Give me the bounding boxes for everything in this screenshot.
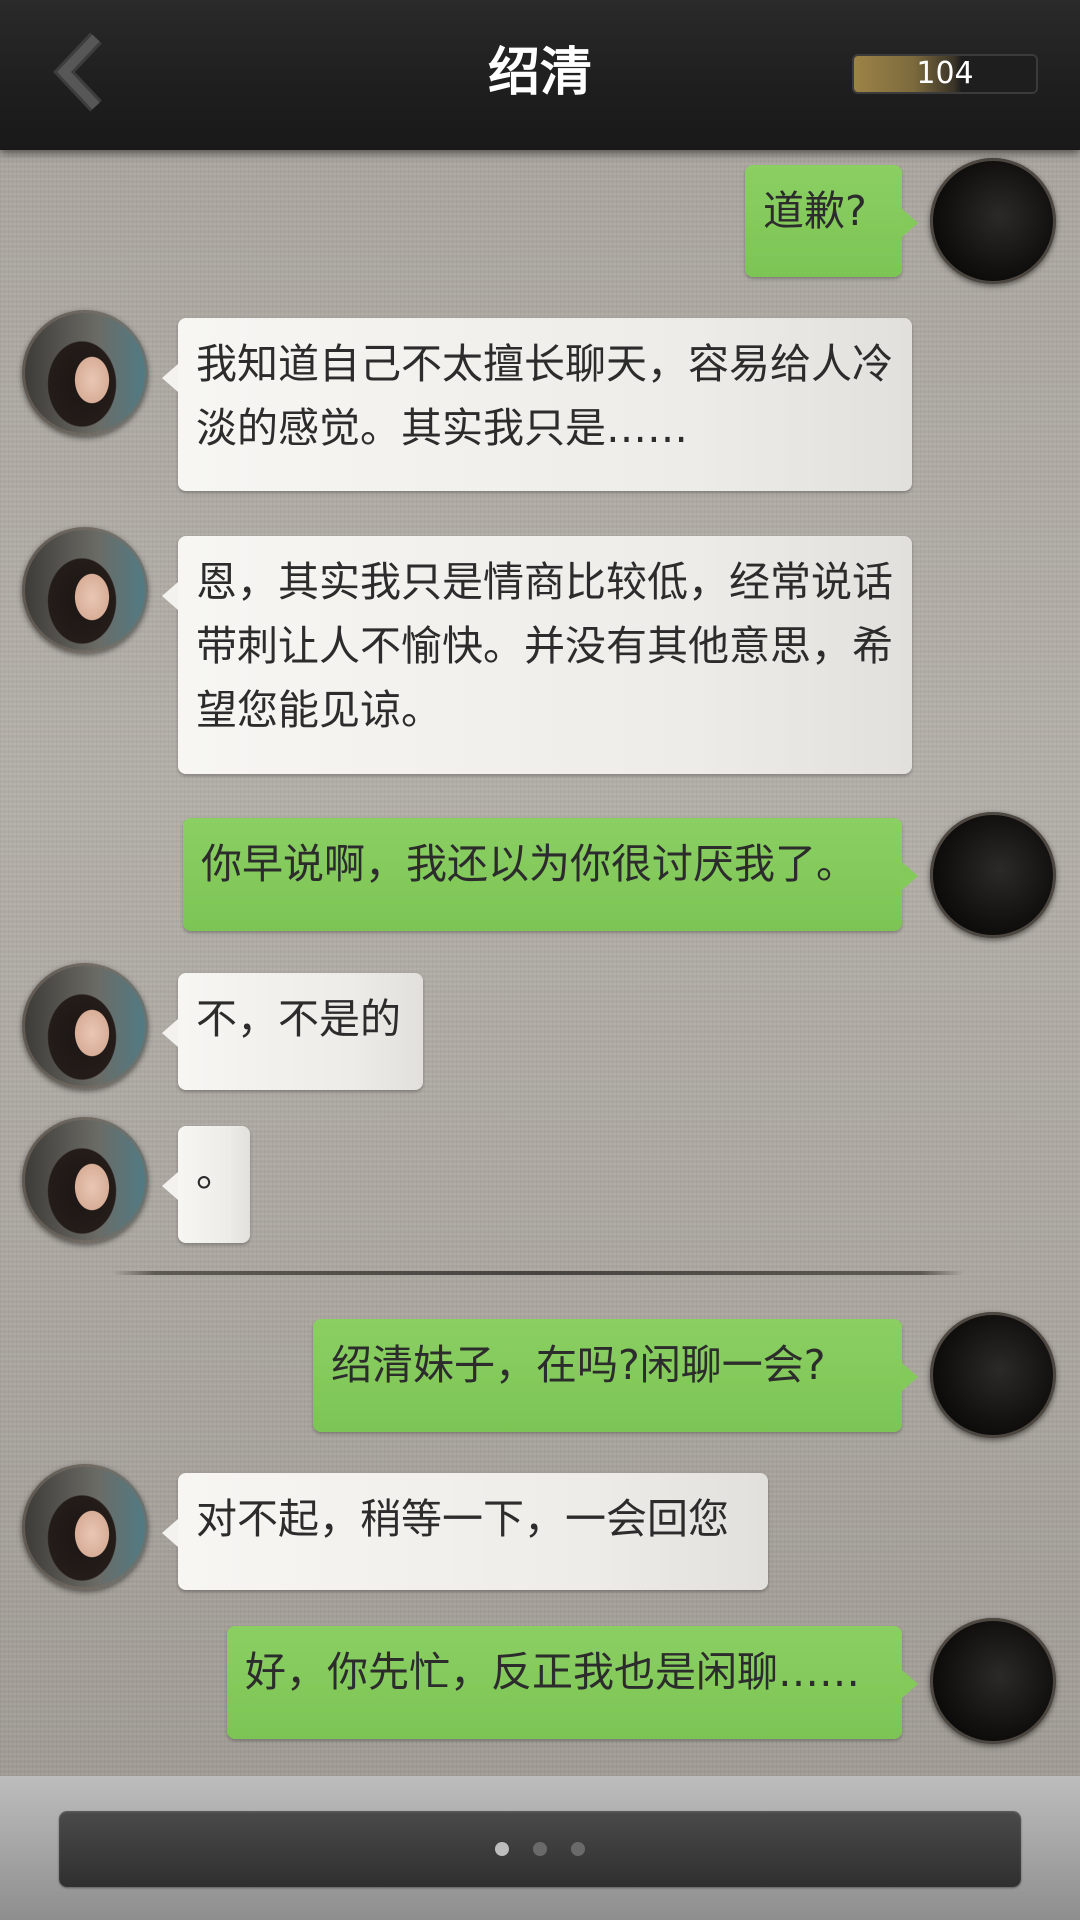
reply-options-bar[interactable] [59,1811,1021,1887]
message-text: 我知道自己不太擅长聊天，容易给人冷淡的感觉。其实我只是…… [196,340,893,452]
top-bar: 绍清 104 [0,0,1080,150]
message-text: 。 [196,1148,237,1196]
chat-area[interactable]: 道歉? 我知道自己不太擅长聊天，容易给人冷淡的感觉。其实我只是…… 恩，其实我只… [0,150,1080,1776]
message-bubble-me: 道歉? [745,165,918,277]
page-dot[interactable] [571,1842,585,1856]
my-avatar[interactable] [930,1618,1056,1744]
message-text: 绍清妹子，在吗?闲聊一会? [331,1341,826,1389]
message-text: 恩，其实我只是情商比较低，经常说话带刺让人不愉快。并没有其他意思，希望您能见谅。 [196,558,893,734]
score-value: 104 [916,56,974,91]
contact-avatar[interactable] [22,1117,148,1243]
contact-avatar[interactable] [22,527,148,653]
message-bubble-me: 绍清妹子，在吗?闲聊一会? [313,1319,918,1432]
message-bubble-me: 你早说啊，我还以为你很讨厌我了。 [183,818,918,931]
message-text: 你早说啊，我还以为你很讨厌我了。 [201,840,857,888]
message-bubble-contact: 对不起，稍等一下，一会回您 [162,1473,768,1590]
my-avatar[interactable] [930,1312,1056,1438]
message-text: 不，不是的 [196,995,401,1043]
my-avatar[interactable] [930,158,1056,284]
page-dot[interactable] [495,1842,509,1856]
message-text: 对不起，稍等一下，一会回您 [196,1495,729,1543]
page-indicator [59,1841,1021,1857]
contact-avatar[interactable] [22,1464,148,1590]
message-bubble-contact: 恩，其实我只是情商比较低，经常说话带刺让人不愉快。并没有其他意思，希望您能见谅。 [162,536,912,774]
message-bubble-contact: 不，不是的 [162,973,423,1090]
page-dot[interactable] [533,1842,547,1856]
my-avatar[interactable] [930,812,1056,938]
contact-avatar[interactable] [22,963,148,1089]
session-divider [112,1271,964,1275]
message-text: 道歉? [763,187,867,235]
bottom-panel [0,1776,1080,1920]
message-bubble-me: 好，你先忙，反正我也是闲聊…… [227,1626,918,1739]
score-meter: 104 [852,54,1038,94]
contact-avatar[interactable] [22,310,148,436]
message-bubble-contact: 。 [162,1126,250,1243]
message-text: 好，你先忙，反正我也是闲聊…… [245,1648,860,1696]
message-bubble-contact: 我知道自己不太擅长聊天，容易给人冷淡的感觉。其实我只是…… [162,318,912,491]
